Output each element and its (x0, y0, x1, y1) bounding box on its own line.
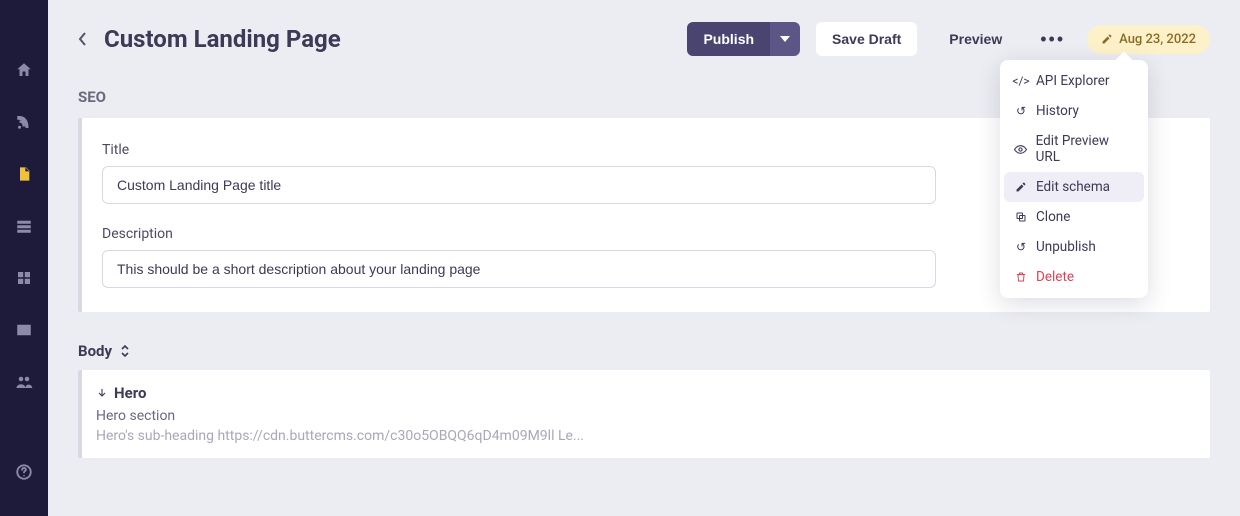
sidebar-users-icon[interactable] (12, 370, 36, 394)
preview-button[interactable]: Preview (933, 22, 1018, 56)
publish-caret-button[interactable] (770, 22, 800, 56)
date-text: Aug 23, 2022 (1119, 32, 1196, 47)
sidebar-collections-icon[interactable] (12, 214, 36, 238)
sidebar-blog-icon[interactable] (12, 110, 36, 134)
seo-description-input[interactable] (102, 250, 936, 288)
dd-unpublish[interactable]: ↺ Unpublish (1004, 232, 1144, 262)
body-section-header[interactable]: Body (78, 342, 1210, 360)
copy-icon (1014, 211, 1028, 223)
date-badge: Aug 23, 2022 (1087, 25, 1210, 54)
sidebar-media-icon[interactable] (12, 318, 36, 342)
hero-summary: Hero's sub-heading https://cdn.buttercms… (96, 428, 1190, 444)
body-section-label: Body (78, 342, 112, 360)
dd-api-explorer[interactable]: </> API Explorer (1004, 66, 1144, 96)
hero-component-card[interactable]: Hero Hero section Hero's sub-heading htt… (78, 370, 1210, 458)
sidebar-pages-icon[interactable] (12, 162, 36, 186)
expand-collapse-icon (120, 344, 130, 358)
dd-edit-schema[interactable]: Edit schema (1004, 172, 1144, 202)
dd-edit-preview-url[interactable]: Edit Preview URL (1004, 126, 1144, 172)
hero-section-label: Hero section (96, 408, 1190, 424)
sidebar-help-icon[interactable] (12, 460, 36, 484)
main-content: Custom Landing Page Publish Save Draft P… (48, 0, 1240, 516)
publish-button-group: Publish (687, 22, 800, 56)
sidebar-home-icon[interactable] (12, 58, 36, 82)
dd-history[interactable]: ↺ History (1004, 96, 1144, 126)
pencil-icon (1101, 33, 1113, 45)
hero-header: Hero (96, 384, 1190, 402)
more-icon: ••• (1040, 29, 1065, 49)
code-icon: </> (1014, 74, 1028, 88)
trash-icon (1014, 271, 1028, 283)
more-dropdown: </> API Explorer ↺ History Edit Preview … (1000, 60, 1148, 298)
more-button[interactable]: ••• (1034, 23, 1071, 56)
arrow-down-icon (96, 387, 108, 399)
eye-icon (1014, 143, 1028, 156)
dd-clone[interactable]: Clone (1004, 202, 1144, 232)
hero-label: Hero (114, 384, 146, 402)
history-icon: ↺ (1014, 104, 1028, 118)
page-title: Custom Landing Page (104, 25, 341, 53)
back-button[interactable] (78, 31, 88, 47)
undo-icon: ↺ (1014, 240, 1028, 254)
sidebar (0, 0, 48, 516)
topbar: Custom Landing Page Publish Save Draft P… (78, 22, 1210, 56)
publish-button[interactable]: Publish (687, 22, 770, 56)
seo-title-input[interactable] (102, 166, 936, 204)
sidebar-components-icon[interactable] (12, 266, 36, 290)
pencil-icon (1014, 181, 1028, 193)
dd-delete[interactable]: Delete (1004, 262, 1144, 292)
save-draft-button[interactable]: Save Draft (816, 22, 917, 56)
